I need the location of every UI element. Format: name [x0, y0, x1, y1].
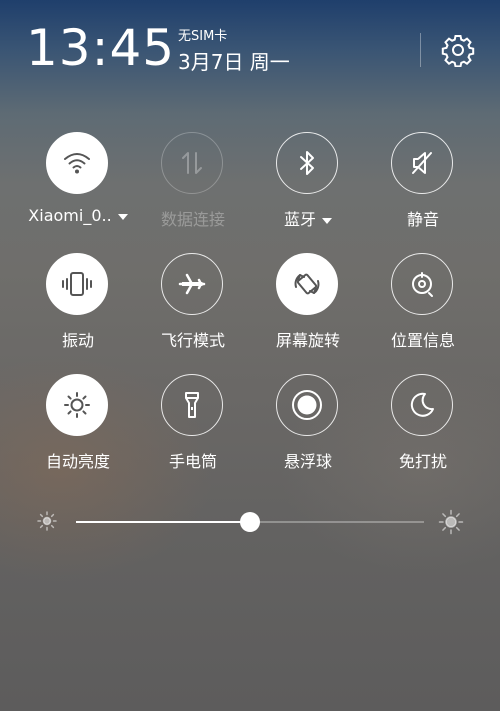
- bluetooth-label[interactable]: 蓝牙: [251, 206, 365, 230]
- chevron-down-icon[interactable]: [117, 213, 128, 220]
- rotate-label: 屏幕旋转: [275, 331, 340, 350]
- brightness-thumb[interactable]: [240, 512, 260, 532]
- tile-vibrate[interactable]: 振动: [21, 253, 135, 363]
- chevron-down-icon[interactable]: [322, 217, 332, 224]
- tile-mobile-data[interactable]: 数据连接: [136, 132, 250, 242]
- location-toggle[interactable]: [391, 253, 453, 315]
- sim-status: 无SIM卡: [178, 29, 228, 44]
- status-bar: 13:45 无SIM卡 3月7日 周一: [0, 0, 500, 90]
- wifi-toggle[interactable]: [46, 132, 108, 194]
- divider: [420, 33, 421, 67]
- floating-ball-label: 悬浮球: [283, 452, 332, 471]
- do-not-disturb-toggle[interactable]: [391, 374, 453, 436]
- rotate-icon: [294, 273, 320, 295]
- floating-ball-toggle[interactable]: [276, 374, 338, 436]
- auto-brightness-icon: [64, 392, 90, 418]
- brightness-slider[interactable]: [0, 500, 500, 544]
- tile-floating-ball[interactable]: 悬浮球: [251, 374, 365, 484]
- mute-label: 静音: [406, 210, 439, 229]
- do-not-disturb-label: 免打扰: [398, 452, 447, 471]
- brightness-high-icon: [438, 509, 464, 535]
- auto-brightness-label: 自动亮度: [45, 452, 110, 471]
- tile-flashlight[interactable]: 手电筒: [136, 374, 250, 484]
- vibrate-toggle[interactable]: [46, 253, 108, 315]
- tile-bluetooth[interactable]: 蓝牙: [251, 132, 365, 242]
- tile-auto-brightness[interactable]: 自动亮度: [21, 374, 135, 484]
- rotate-toggle[interactable]: [276, 253, 338, 315]
- mute-icon: [412, 152, 432, 174]
- date: 3月7日 周一: [178, 50, 290, 74]
- mobile-data-label: 数据连接: [160, 210, 225, 229]
- clock: 13:45: [26, 19, 176, 77]
- tile-mute[interactable]: 静音: [366, 132, 480, 242]
- wifi-label[interactable]: Xiaomi_0..: [21, 206, 135, 225]
- tile-airplane[interactable]: 飞行模式: [136, 253, 250, 363]
- flashlight-toggle[interactable]: [161, 374, 223, 436]
- mobile-data-toggle[interactable]: [161, 132, 223, 194]
- location-label: 位置信息: [390, 331, 455, 350]
- flashlight-icon: [185, 392, 199, 418]
- brightness-track[interactable]: [76, 512, 424, 532]
- bluetooth-icon: [300, 151, 314, 175]
- bluetooth-toggle[interactable]: [276, 132, 338, 194]
- tile-do-not-disturb[interactable]: 免打扰: [366, 374, 480, 484]
- brightness-fill: [76, 521, 250, 523]
- wifi-icon: [64, 153, 90, 174]
- brightness-low-icon: [37, 511, 57, 531]
- tile-wifi[interactable]: Xiaomi_0..: [21, 132, 135, 242]
- location-icon: [412, 272, 433, 297]
- data-arrows-icon: [182, 152, 202, 174]
- airplane-label: 飞行模式: [160, 331, 225, 350]
- auto-brightness-toggle[interactable]: [46, 374, 108, 436]
- gear-icon[interactable]: [441, 33, 475, 68]
- airplane-icon: [178, 273, 206, 295]
- tile-rotate[interactable]: 屏幕旋转: [251, 253, 365, 363]
- floating-ball-icon: [292, 390, 322, 420]
- vibrate-icon: [62, 272, 92, 296]
- airplane-toggle[interactable]: [161, 253, 223, 315]
- flashlight-label: 手电筒: [168, 452, 217, 471]
- mute-toggle[interactable]: [391, 132, 453, 194]
- tile-location[interactable]: 位置信息: [366, 253, 480, 363]
- moon-icon: [410, 392, 434, 417]
- vibrate-label: 振动: [61, 331, 94, 350]
